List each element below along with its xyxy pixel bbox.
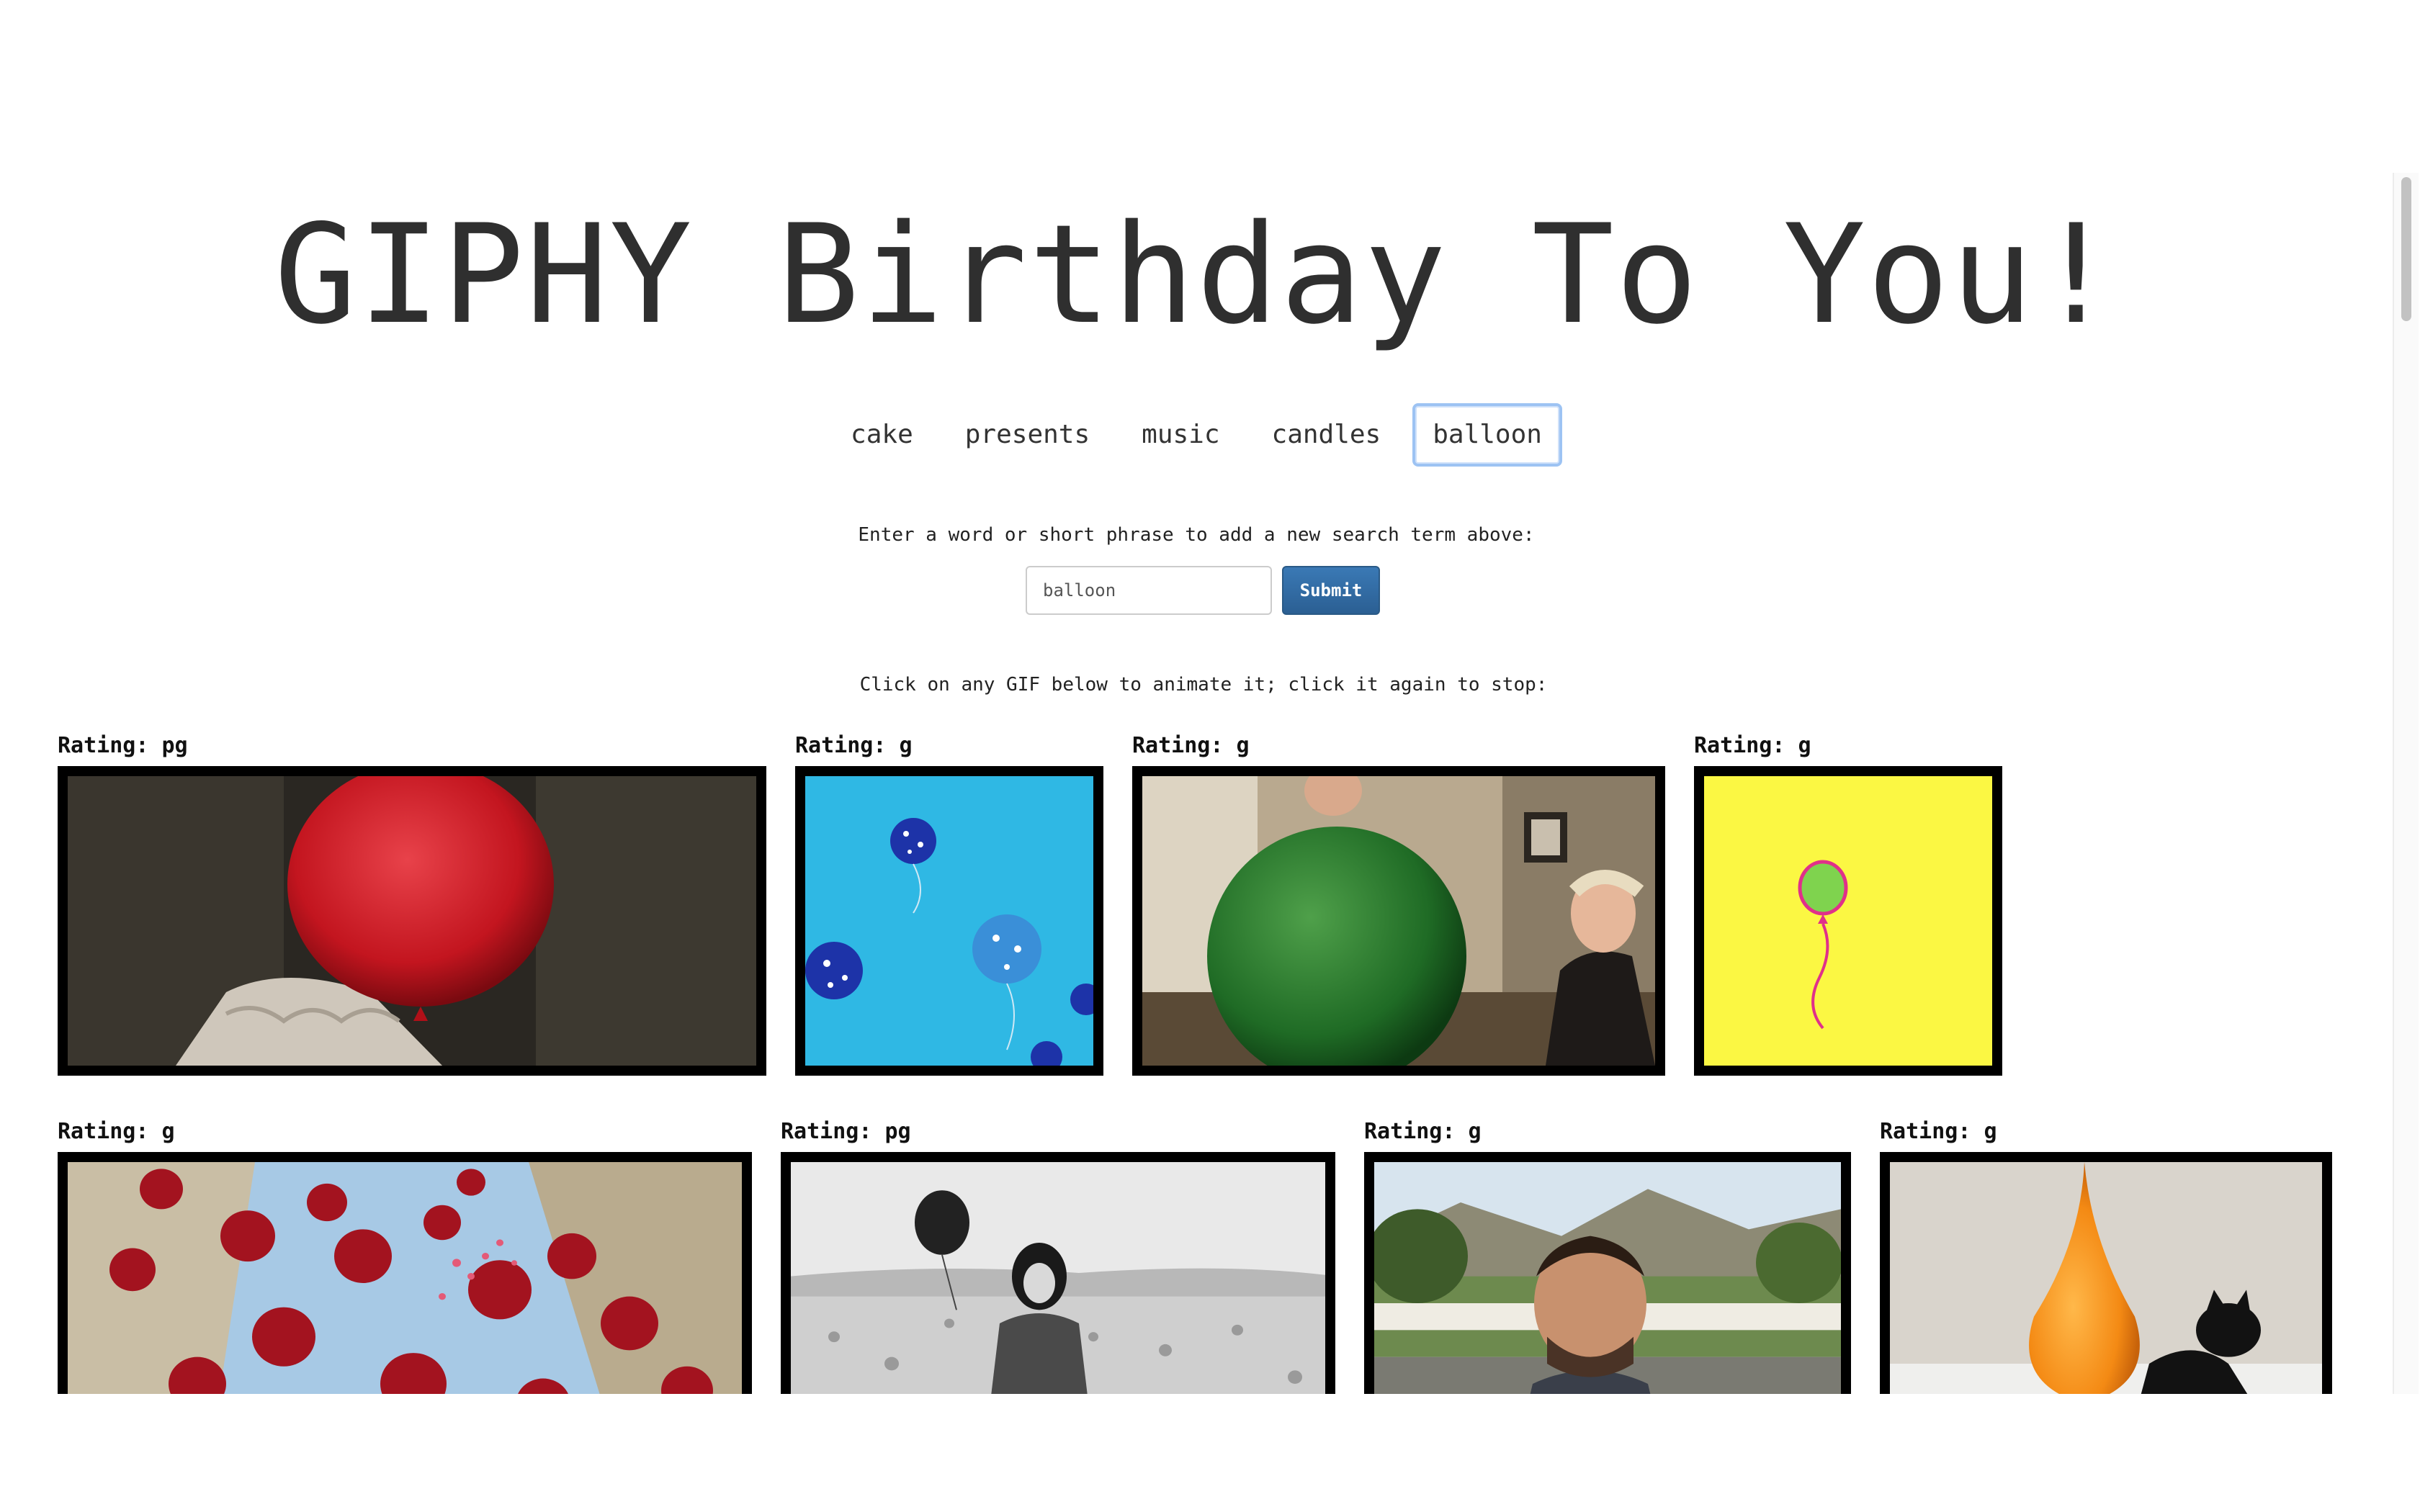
gif-rating: Rating: g (1132, 733, 1250, 758)
gif-image-orange-balloon-cat[interactable] (1880, 1152, 2332, 1394)
scrollbar-track[interactable] (2393, 173, 2419, 1394)
gif-image-red-balloon[interactable] (58, 766, 766, 1076)
gif-card: Rating: g (1694, 732, 2002, 1076)
topic-button-presents[interactable]: presents (945, 403, 1110, 467)
gif-card: Rating: g (795, 732, 1103, 1076)
gif-image-black-balloon[interactable] (781, 1152, 1335, 1394)
gif-image-man-squinting[interactable] (1364, 1152, 1851, 1394)
gif-rating: Rating: g (1694, 733, 1811, 758)
gif-card: Rating: g (1364, 1117, 1851, 1394)
gif-rating: Rating: pg (781, 1119, 911, 1144)
submit-button[interactable]: Submit (1282, 566, 1380, 615)
topic-button-candles[interactable]: candles (1252, 403, 1402, 467)
gif-rating: Rating: g (795, 733, 913, 758)
gif-instruction: Click on any GIF below to animate it; cl… (859, 674, 1548, 696)
gif-image-green-balloon[interactable] (1132, 766, 1665, 1076)
search-form: Submit (1026, 566, 1380, 615)
gif-card: Rating: pg (58, 732, 766, 1076)
search-input[interactable] (1026, 566, 1272, 615)
gif-rating: Rating: g (1880, 1119, 1997, 1144)
gif-card: Rating: pg (781, 1117, 1335, 1394)
gif-image-red-balloons[interactable] (58, 1152, 752, 1394)
scrollbar-thumb[interactable] (2401, 177, 2411, 321)
gif-card: Rating: g (58, 1117, 752, 1394)
search-instruction: Enter a word or short phrase to add a ne… (858, 524, 1535, 546)
page-title: GIPHY Birthday To You! (274, 195, 2119, 354)
gif-image-blue-balloons[interactable] (795, 766, 1103, 1076)
gif-rating: Rating: pg (58, 733, 188, 758)
topic-button-balloon[interactable]: balloon (1412, 403, 1562, 467)
gif-rating: Rating: g (58, 1119, 175, 1144)
topic-buttons: cake presents music candles balloon (0, 403, 2393, 467)
window-bottom-area (0, 1394, 2420, 1512)
gif-image-yellow-balloon[interactable] (1694, 766, 2002, 1076)
topic-button-music[interactable]: music (1121, 403, 1240, 467)
gif-card: Rating: g (1880, 1117, 2332, 1394)
topic-button-cake[interactable]: cake (830, 403, 933, 467)
gif-card: Rating: g (1132, 732, 1665, 1076)
viewport: GIPHY Birthday To You! cake presents mus… (0, 0, 2420, 1394)
gif-rating: Rating: g (1364, 1119, 1482, 1144)
